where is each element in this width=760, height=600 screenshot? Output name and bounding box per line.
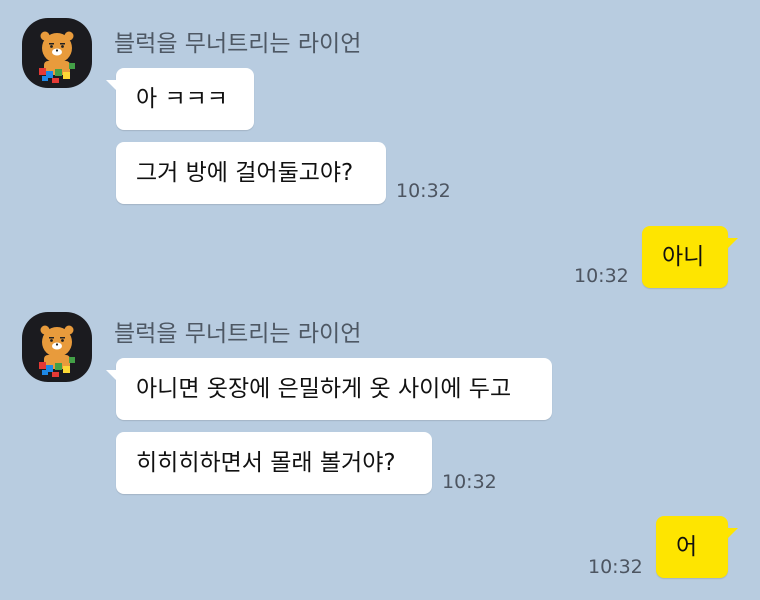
chat-bubble-incoming[interactable]: 히히히하면서 몰래 볼거야? — [116, 432, 432, 494]
sender-name: 블럭을 무너트리는 라이언 — [114, 31, 362, 57]
avatar-ryan-icon[interactable] — [22, 312, 92, 382]
message-timestamp: 10:32 — [588, 556, 643, 578]
chat-bubble-incoming[interactable]: 아니면 옷장에 은밀하게 옷 사이에 두고 — [106, 358, 552, 420]
chat-bubble-incoming[interactable]: 아 ㅋㅋㅋ — [106, 68, 254, 130]
avatar-ryan-icon[interactable] — [22, 18, 92, 88]
chat-bubble-outgoing[interactable]: 아니 — [642, 226, 738, 288]
message-timestamp: 10:32 — [442, 471, 497, 493]
message-timestamp: 10:32 — [574, 265, 629, 287]
message-timestamp: 10:32 — [396, 180, 451, 202]
sender-name: 블럭을 무너트리는 라이언 — [114, 321, 362, 347]
chat-bubble-outgoing[interactable]: 어 — [656, 516, 738, 578]
chat-bubble-incoming[interactable]: 그거 방에 걸어둘고야? — [116, 142, 386, 204]
